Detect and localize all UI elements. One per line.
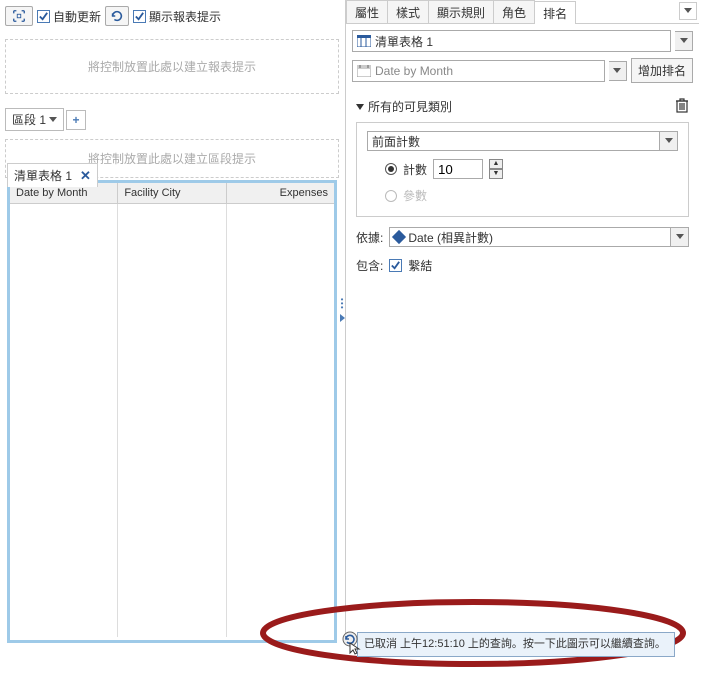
tie-label: 繫結	[408, 257, 432, 274]
auto-update-label: 自動更新	[53, 8, 101, 25]
dropdown-arrow[interactable]	[660, 131, 678, 151]
column-header[interactable]: Facility City	[118, 183, 226, 203]
depends-label: 依據:	[356, 229, 383, 246]
add-rank-button[interactable]: 增加排名	[631, 58, 693, 83]
measure-icon	[392, 230, 406, 244]
include-label: 包含:	[356, 257, 383, 274]
show-report-prompt-label: 顯示報表提示	[149, 8, 221, 25]
spinner-down[interactable]: ▼	[489, 169, 503, 179]
chevron-down-icon	[49, 117, 57, 123]
refresh-query-icon[interactable]	[340, 631, 364, 658]
chevron-right-icon	[340, 314, 345, 322]
count-input[interactable]	[433, 159, 483, 179]
tab-style[interactable]: 樣式	[387, 0, 429, 23]
add-section-button[interactable]: +	[66, 110, 86, 130]
tab-display-rules[interactable]: 顯示規則	[428, 0, 494, 23]
count-label: 計數	[403, 161, 427, 178]
dropdown-arrow[interactable]	[671, 227, 689, 247]
param-radio	[385, 190, 397, 202]
depends-select[interactable]: Date (相異計數)	[389, 227, 671, 247]
calendar-icon	[357, 65, 371, 77]
count-radio[interactable]	[385, 163, 397, 175]
resize-button[interactable]	[5, 6, 33, 26]
delete-button[interactable]	[675, 97, 689, 116]
list-table-tab[interactable]: 清單表格 1 ✕	[7, 163, 98, 187]
section-tab[interactable]: 區段 1	[5, 108, 64, 131]
tab-role[interactable]: 角色	[493, 0, 535, 23]
tie-checkbox[interactable]	[389, 259, 402, 272]
report-prompt-dropzone[interactable]: 將控制放置此處以建立報表提示	[5, 39, 339, 94]
param-label: 參數	[403, 187, 427, 204]
dropdown-arrow[interactable]	[675, 31, 693, 51]
rank-target-select[interactable]: 清單表格 1	[352, 30, 671, 52]
close-icon[interactable]: ✕	[80, 168, 91, 184]
list-table[interactable]: Date by Month Facility City Expenses	[7, 180, 337, 643]
query-cancelled-tooltip: 已取消 上午12:51:10 上的查詢。按一下此圖示可以繼續查詢。	[357, 632, 675, 657]
auto-update-checkbox[interactable]	[37, 10, 50, 23]
all-visible-categories-label: 所有的可見類別	[368, 98, 452, 115]
show-report-prompt-checkbox[interactable]	[133, 10, 146, 23]
dropdown-arrow[interactable]	[609, 61, 627, 81]
refresh-button[interactable]	[105, 6, 129, 26]
spinner-up[interactable]: ▲	[489, 159, 503, 169]
table-icon	[357, 35, 371, 47]
tab-attributes[interactable]: 屬性	[346, 0, 388, 23]
column-header[interactable]: Expenses	[227, 183, 334, 203]
top-count-select[interactable]: 前面計數	[367, 131, 660, 151]
collapse-toggle-icon[interactable]	[356, 104, 364, 110]
tab-rank[interactable]: 排名	[534, 1, 576, 24]
rank-by-select[interactable]: Date by Month	[352, 60, 605, 82]
panel-menu-button[interactable]	[679, 2, 697, 20]
